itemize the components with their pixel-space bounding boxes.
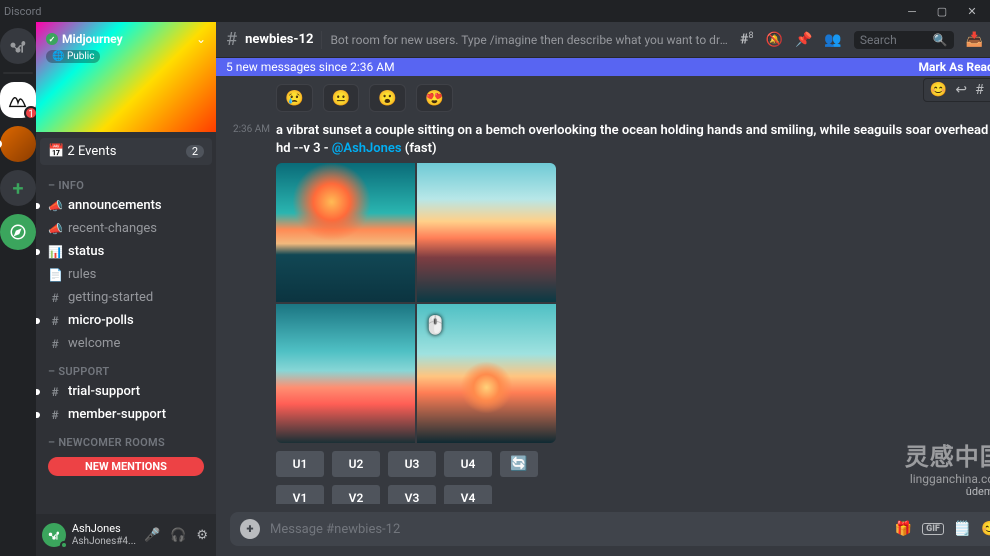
add-server-button[interactable]: + (0, 170, 36, 206)
upscale-u2[interactable]: U2 (332, 451, 380, 477)
channel-getting-started[interactable]: #getting-started (40, 286, 212, 309)
deafen-icon[interactable]: 🎧 (168, 526, 188, 545)
variation-v4[interactable]: V4 (444, 485, 492, 504)
reaction[interactable]: 😮 (369, 84, 406, 112)
thread-icon[interactable]: # (975, 82, 984, 98)
reaction[interactable]: 😢 (276, 84, 313, 112)
server-header[interactable]: ✓Midjourney ⌄ 🌐 Public (36, 22, 216, 132)
new-messages-bar[interactable]: 5 new messages since 2:36 AM Mark As Rea… (216, 58, 990, 76)
message-timestamp: 2:36 AM (230, 122, 270, 504)
reply-icon[interactable]: ↩ (955, 82, 967, 98)
user-tag: AshJones#4... (72, 536, 136, 547)
mute-icon[interactable]: 🎤 (142, 526, 162, 545)
pinned-icon[interactable]: 📌 (795, 32, 812, 48)
variation-v1[interactable]: V1 (276, 485, 324, 504)
user-panel: AshJonesAshJones#4... 🎤 🎧 ⚙ (36, 514, 216, 556)
hash-icon: # (48, 314, 62, 328)
react-icon[interactable]: 😊 (930, 82, 947, 98)
emoji-icon[interactable]: 😊 (981, 521, 990, 537)
mark-as-read[interactable]: Mark As Read 🔖 (918, 60, 990, 74)
channel-micro-polls[interactable]: #micro-polls (40, 309, 212, 332)
channel-member-support[interactable]: #member-support (40, 403, 212, 426)
message: 2:36 AM a vibrat sunset a couple sitting… (230, 122, 990, 504)
hash-icon: # (48, 291, 62, 305)
app-name: Discord (4, 5, 41, 18)
variation-v3[interactable]: V3 (388, 485, 436, 504)
settings-icon[interactable]: ⚙ (194, 526, 210, 545)
channel-header: # newbies-12 Bot room for new users. Typ… (216, 22, 990, 58)
channel-rules[interactable]: 📄rules (40, 263, 212, 286)
verified-icon: ✓ (46, 33, 58, 45)
user-mention[interactable]: @AshJones (332, 141, 402, 156)
search-icon: 🔍 (933, 33, 948, 47)
gift-icon[interactable]: 🎁 (895, 521, 912, 537)
explore-button[interactable] (0, 214, 36, 250)
status-online-icon (60, 541, 68, 549)
image-grid[interactable]: 🖱️ (276, 163, 556, 443)
guild-sidebar: 1 + (0, 22, 36, 556)
attach-button[interactable]: + (240, 519, 260, 539)
gif-button[interactable]: GIF (922, 523, 944, 535)
upscale-u4[interactable]: U4 (444, 451, 492, 477)
reaction[interactable]: 😐 (323, 84, 360, 112)
megaphone-icon: 📣 (48, 222, 62, 236)
message-placeholder: Message #newbies-12 (270, 522, 885, 537)
window-close[interactable]: ✕ (958, 0, 986, 22)
window-maximize[interactable]: ▢ (928, 0, 956, 22)
members-icon[interactable]: 👥 (824, 32, 841, 48)
section-support[interactable]: – SUPPORT (40, 355, 212, 380)
inbox-icon[interactable]: 📥 (966, 32, 983, 48)
udemy-watermark: ûdemy (966, 485, 990, 498)
megaphone-icon: 📣 (48, 199, 62, 213)
sticker-icon[interactable]: 🗒️ (954, 521, 971, 537)
section-newcomer[interactable]: – NEWCOMER ROOMS (40, 426, 212, 451)
message-text: a vibrat sunset a couple sitting on a be… (276, 122, 990, 157)
reaction[interactable]: 😍 (416, 84, 453, 112)
channel-name: newbies-12 (245, 32, 313, 47)
server-menu-chevron-icon[interactable]: ⌄ (196, 32, 206, 46)
user-name: AshJones (72, 523, 136, 535)
channel-sidebar: ✓Midjourney ⌄ 🌐 Public 📅 2 Events 2 – IN… (36, 22, 216, 556)
public-badge: 🌐 Public (46, 50, 100, 63)
search-input[interactable]: Search🔍 (854, 31, 954, 49)
guild-other[interactable] (0, 126, 36, 162)
channel-announcements[interactable]: 📣announcements (40, 194, 212, 217)
channel-trial-support[interactable]: #trial-support (40, 380, 212, 403)
window-titlebar: Discord ─ ▢ ✕ (0, 0, 990, 22)
hash-icon: # (48, 337, 62, 351)
channel-topic[interactable]: Bot room for new users. Type /imagine th… (330, 33, 732, 47)
hash-icon: # (48, 408, 62, 422)
home-button[interactable] (0, 28, 36, 64)
chart-icon: 📊 (48, 245, 62, 259)
new-mentions-pill[interactable]: NEW MENTIONS (48, 457, 204, 476)
section-info[interactable]: – INFO (40, 169, 212, 194)
channel-recent-changes[interactable]: 📣recent-changes (40, 217, 212, 240)
events-row[interactable]: 📅 2 Events 2 (40, 138, 212, 165)
upscale-u3[interactable]: U3 (388, 451, 436, 477)
channel-status[interactable]: 📊status (40, 240, 212, 263)
message-input[interactable]: + Message #newbies-12 🎁 GIF 🗒️ 😊 (230, 512, 990, 546)
message-hover-toolbar: 😊 ↩ # ⋯ (923, 78, 990, 102)
reroll-button[interactable]: 🔄 (500, 451, 538, 477)
page-icon: 📄 (48, 268, 62, 282)
upscale-u1[interactable]: U1 (276, 451, 324, 477)
user-avatar[interactable] (42, 523, 66, 547)
threads-icon[interactable]: #8 (740, 31, 753, 48)
variation-v2[interactable]: V2 (332, 485, 380, 504)
channel-welcome[interactable]: #welcome (40, 332, 212, 355)
guild-midjourney[interactable]: 1 (0, 82, 36, 118)
hash-icon: # (48, 385, 62, 399)
chat-area: # newbies-12 Bot room for new users. Typ… (216, 22, 990, 556)
window-minimize[interactable]: ─ (898, 0, 926, 22)
message-list[interactable]: 😊 ↩ # ⋯ 😢 😐 😮 😍 2:36 AM a vibrat sunset (216, 76, 990, 504)
notifications-icon[interactable]: 🔕 (766, 32, 783, 48)
hash-icon: # (226, 29, 237, 50)
